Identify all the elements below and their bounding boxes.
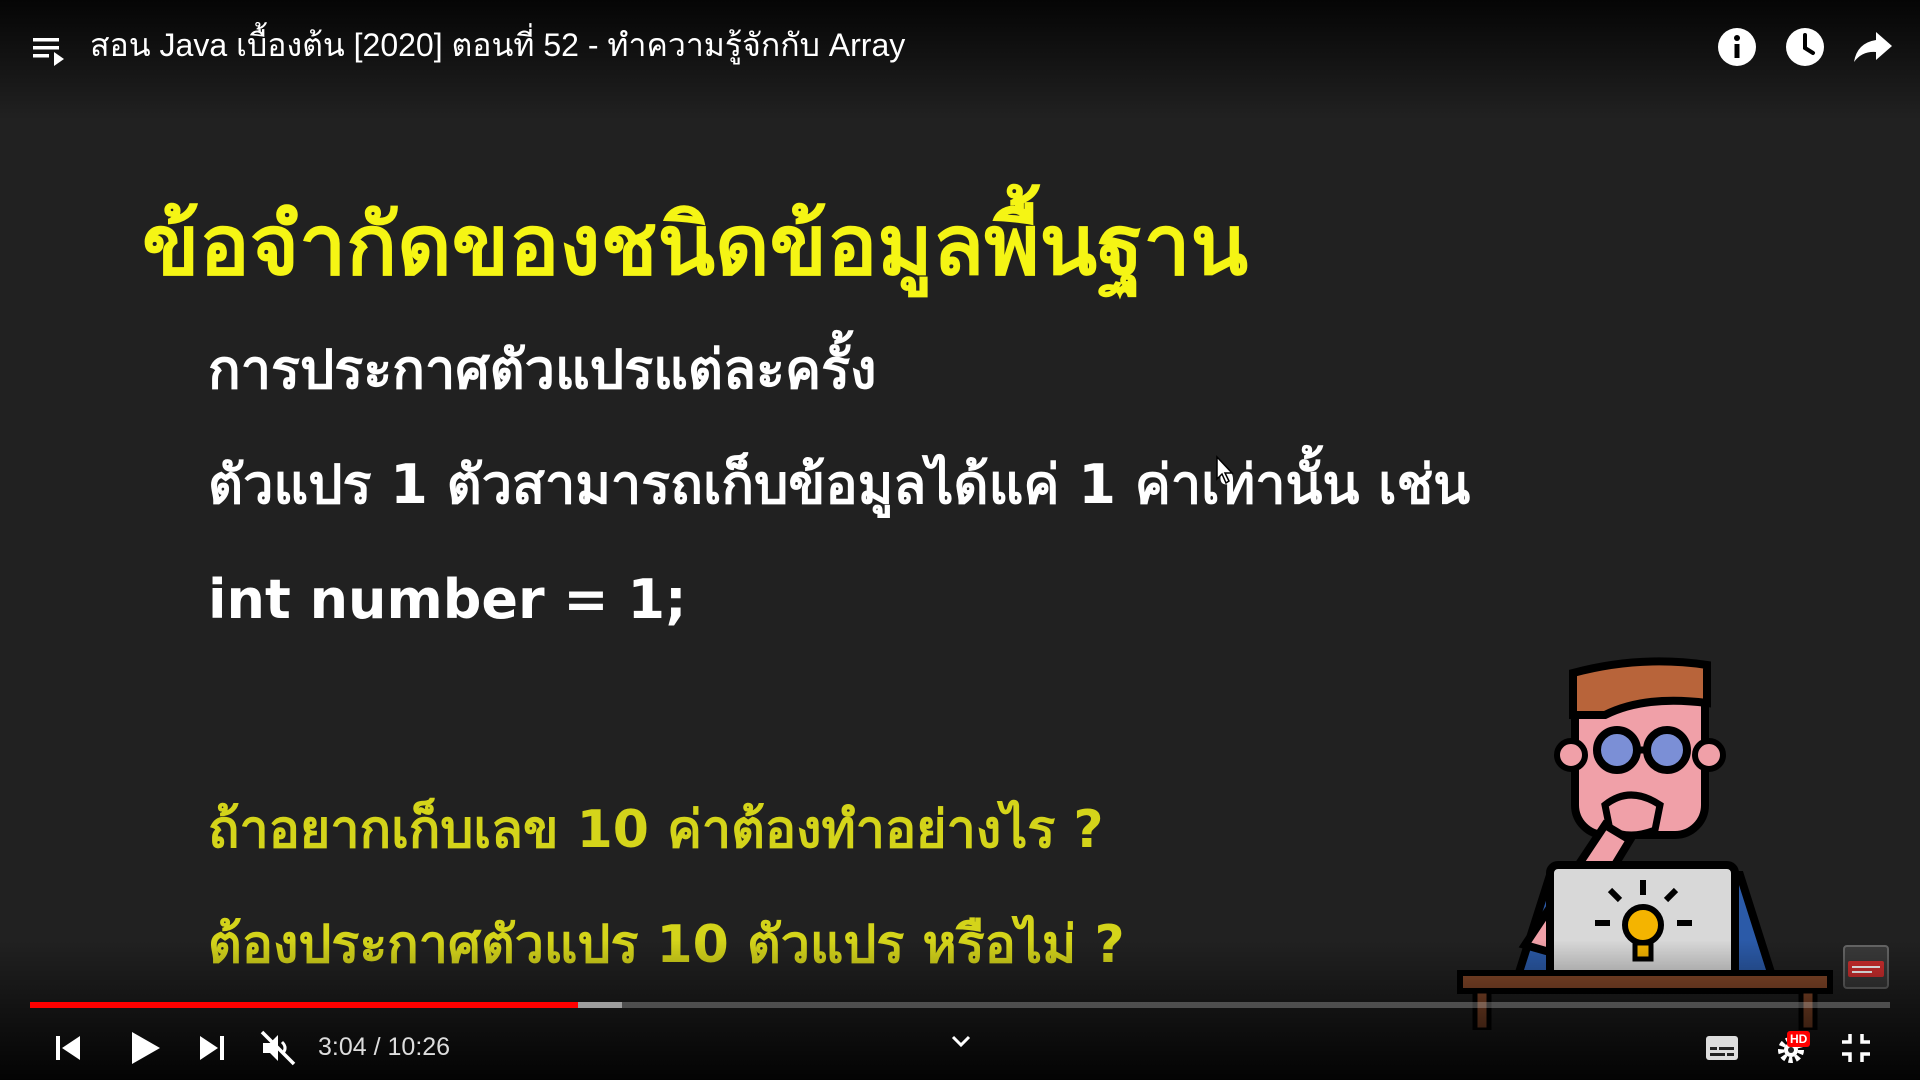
time-current: 3:04 (318, 1033, 367, 1061)
playlist-icon[interactable] (30, 30, 70, 70)
previous-button[interactable] (50, 1030, 86, 1066)
play-icon (132, 1032, 160, 1064)
next-icon (200, 1036, 224, 1060)
video-title[interactable]: สอน Java เบื้องต้น [2020] ตอนที่ 52 - ทำ… (90, 22, 905, 68)
hd-badge: HD (1787, 1031, 1811, 1047)
chevron-down-icon[interactable] (948, 1028, 974, 1054)
video-player[interactable]: ข้อจำกัดของชนิดข้อมูลพื้นฐาน การประกาศตั… (0, 0, 1920, 1080)
slide-line-declaration: การประกาศตัวแปรแต่ละครั้ง (208, 338, 877, 401)
previous-icon (56, 1036, 80, 1060)
info-icon[interactable] (1714, 24, 1760, 70)
muted-speaker-icon (260, 1030, 296, 1066)
slide-line-one-value: ตัวแปร 1 ตัวสามารถเก็บข้อมูลได้แค่ 1 ค่า… (208, 453, 1471, 516)
mouse-cursor-icon (1216, 455, 1234, 485)
next-button[interactable] (194, 1030, 230, 1066)
share-icon[interactable] (1850, 24, 1896, 70)
subtitles-icon (1706, 1036, 1738, 1060)
exit-fullscreen-button[interactable] (1838, 1030, 1874, 1066)
progress-bar[interactable] (30, 1002, 1890, 1008)
slide-heading: ข้อจำกัดของชนิดข้อมูลพื้นฐาน (142, 196, 1248, 294)
subtitles-button[interactable] (1704, 1034, 1740, 1062)
mute-button[interactable] (258, 1028, 298, 1068)
slide-code-example: int number = 1; (208, 568, 687, 631)
progress-played (30, 1002, 578, 1008)
watch-later-icon[interactable] (1782, 24, 1828, 70)
time-separator: / (366, 1033, 388, 1061)
time-display: 3:04 / 10:26 (318, 1030, 450, 1064)
slide-question-store-ten: ถ้าอยากเก็บเลข 10 ค่าต้องทำอย่างไร ? (208, 800, 1104, 860)
time-total: 10:26 (387, 1033, 451, 1061)
exit-fullscreen-icon (1842, 1034, 1870, 1062)
play-button[interactable] (122, 1026, 166, 1070)
